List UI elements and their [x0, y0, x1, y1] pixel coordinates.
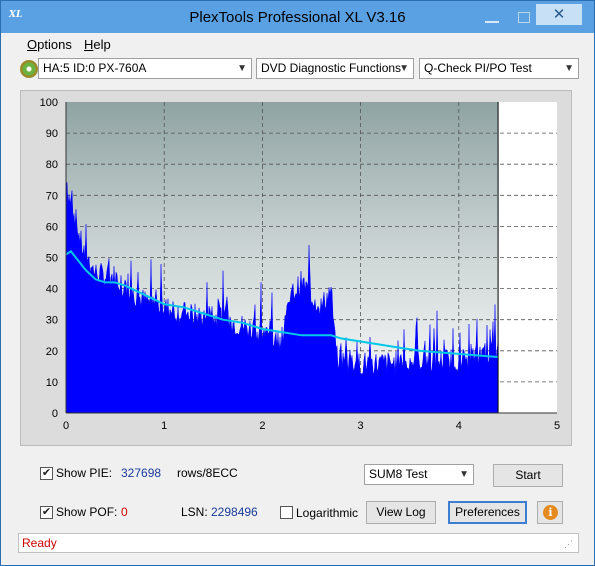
lsn-value: 2298496	[211, 505, 258, 519]
y-tick-label: 60	[46, 221, 58, 233]
window-title: PlexTools Professional XL V3.16	[189, 9, 406, 26]
app-window: XL PlexTools Professional XL V3.16 ✕ Opt…	[0, 0, 595, 566]
sum-test-select[interactable]: SUM8 Test ▼	[364, 464, 474, 485]
drive-select-value: HA:5 ID:0 PX-760A	[43, 61, 147, 75]
close-button[interactable]: ✕	[536, 4, 582, 25]
y-tick-label: 40	[46, 284, 58, 296]
info-button[interactable]: i	[537, 501, 563, 524]
checkmark-icon: ✔	[41, 467, 52, 479]
chevron-down-icon: ▼	[399, 63, 409, 74]
menu-options-hotkey: O	[27, 37, 38, 52]
function-select[interactable]: DVD Diagnostic Functions ▼	[256, 58, 414, 79]
show-pof-checkbox[interactable]: ✔	[40, 506, 53, 519]
menu-options-label: ptions	[37, 37, 72, 52]
x-tick-label: 5	[554, 420, 560, 432]
drive-select[interactable]: HA:5 ID:0 PX-760A ▼	[38, 58, 252, 79]
title-bar[interactable]: XL PlexTools Professional XL V3.16 ✕	[1, 1, 594, 33]
y-tick-label: 90	[46, 128, 58, 140]
unused-region	[498, 102, 557, 413]
logarithmic-checkbox[interactable]	[280, 506, 293, 519]
y-tick-label: 70	[46, 190, 58, 202]
chevron-down-icon: ▼	[564, 63, 574, 74]
show-pie-checkbox[interactable]: ✔	[40, 467, 53, 480]
menu-help-label: elp	[93, 37, 111, 52]
y-tick-label: 10	[46, 377, 58, 389]
menu-help-hotkey: H	[84, 37, 94, 52]
y-tick-label: 50	[46, 253, 58, 265]
chevron-down-icon: ▼	[459, 469, 469, 480]
pie-pof-chart: 0 10 20 30 40 50 60 70 80 90 100 0 1 2 3 4 5	[40, 97, 560, 432]
menu-options[interactable]: Options	[27, 37, 72, 52]
x-tick-label: 4	[456, 420, 462, 432]
y-tick-label: 30	[46, 315, 58, 327]
pof-value: 0	[121, 505, 128, 519]
disc-drive-icon	[20, 60, 38, 78]
pie-unit: rows/8ECC	[177, 466, 238, 480]
menu-bar: Options Help	[2, 34, 593, 54]
function-select-value: DVD Diagnostic Functions	[261, 61, 402, 75]
lsn-label: LSN:	[181, 505, 208, 519]
start-button[interactable]: Start	[493, 464, 563, 487]
close-icon: ✕	[552, 6, 566, 23]
preferences-button[interactable]: Preferences	[448, 501, 527, 524]
y-tick-label: 100	[40, 97, 58, 109]
x-tick-label: 1	[161, 420, 167, 432]
resize-grip-icon[interactable]: ⋰	[564, 539, 574, 549]
sum-test-select-value: SUM8 Test	[369, 467, 428, 481]
checkmark-icon: ✔	[41, 506, 52, 518]
x-tick-label: 2	[259, 420, 265, 432]
chevron-down-icon: ▼	[237, 63, 247, 74]
status-bar: Ready ⋰	[18, 533, 579, 553]
status-text: Ready	[22, 536, 57, 550]
view-log-button[interactable]: View Log	[366, 501, 436, 524]
y-tick-label: 0	[52, 408, 58, 420]
x-tick-label: 0	[63, 420, 69, 432]
pie-value: 327698	[121, 466, 162, 480]
y-tick-label: 20	[46, 346, 58, 358]
minimize-button[interactable]	[485, 11, 499, 23]
test-select-value: Q-Check PI/PO Test	[424, 61, 532, 75]
maximize-button[interactable]	[518, 12, 530, 23]
menu-help[interactable]: Help	[84, 37, 111, 52]
info-icon: i	[543, 505, 558, 520]
logarithmic-label: Logarithmic	[296, 506, 359, 520]
test-select[interactable]: Q-Check PI/PO Test ▼	[419, 58, 579, 79]
show-pie-label: Show PIE:	[56, 466, 113, 480]
x-tick-label: 3	[358, 420, 364, 432]
y-tick-label: 80	[46, 159, 58, 171]
show-pof-label: Show POF:	[56, 505, 118, 519]
